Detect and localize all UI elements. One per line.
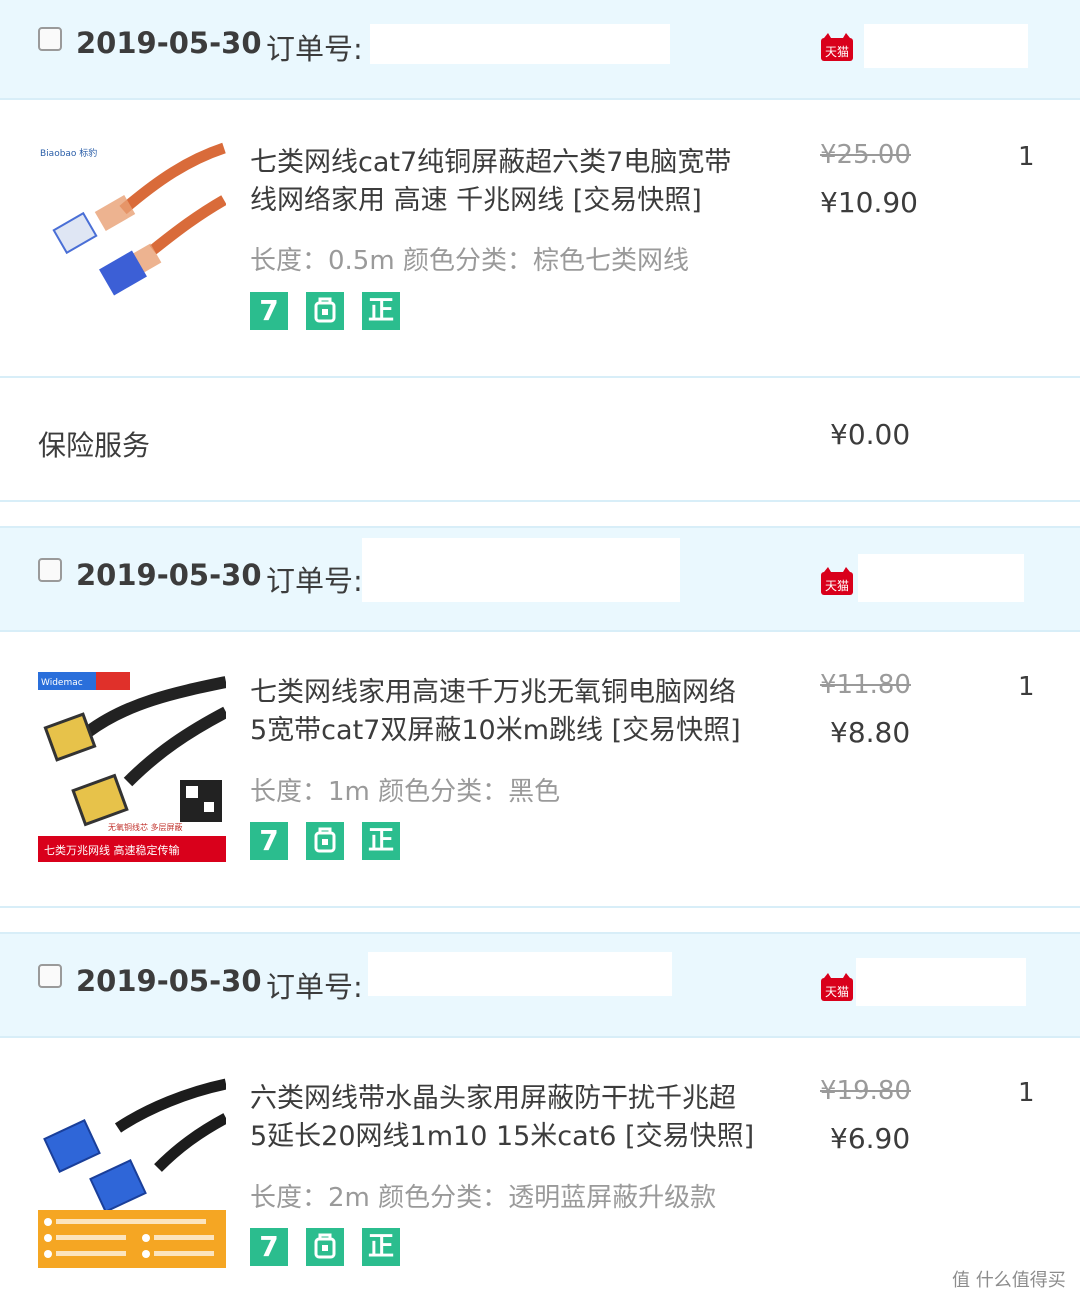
shop-name-redacted (858, 554, 1024, 602)
product-title-line: 七类网线家用高速千万兆无氧铜电脑网络 (250, 677, 736, 708)
order-number-redacted (370, 24, 670, 64)
genuine-guarantee-icon[interactable]: 正 (362, 292, 400, 330)
svg-text:Widemac: Widemac (41, 678, 83, 688)
divider (0, 500, 1080, 502)
product-title-line: 线网络家用 高速 千兆网线 [交易快照] (250, 185, 702, 216)
product-title-line: 六类网线带水晶头家用屏蔽防干扰千兆超 (250, 1083, 736, 1114)
consumer-protection-icon[interactable] (306, 1228, 344, 1266)
quantity: 1 (1018, 672, 1035, 702)
divider (0, 376, 1080, 378)
order-date: 2019-05-30 (76, 558, 262, 592)
shop-name-redacted (856, 958, 1026, 1006)
product-title[interactable]: 六类网线带水晶头家用屏蔽防干扰千兆超 5延长20网线1m10 15米cat6 [… (250, 1080, 770, 1156)
product-specs: 长度：0.5m 颜色分类：棕色七类网线 (250, 246, 689, 276)
product-title-line: 5延长20网线1m10 15米cat6 [交易快照] (250, 1121, 755, 1152)
tmall-icon: 天猫 (821, 567, 853, 595)
product-title-line: 七类网线cat7纯铜屏蔽超六类7电脑宽带 (250, 147, 732, 178)
svg-text:天猫: 天猫 (825, 579, 849, 593)
tmall-icon: 天猫 (821, 973, 853, 1001)
order-select-checkbox[interactable] (38, 27, 62, 51)
order-header: 2019-05-30 订单号: 天猫 (0, 526, 1080, 632)
product-title[interactable]: 七类网线家用高速千万兆无氧铜电脑网络 5宽带cat7双屏蔽10米m跳线 [交易快… (250, 674, 770, 750)
quantity: 1 (1018, 142, 1035, 172)
svg-text:天猫: 天猫 (825, 45, 849, 59)
order-number-label: 订单号: (266, 32, 363, 66)
seven-day-return-icon[interactable]: 7 (250, 1228, 288, 1266)
tmall-icon: 天猫 (821, 33, 853, 61)
insurance-service-label: 保险服务 (38, 429, 151, 462)
product-specs: 长度：2m 颜色分类：透明蓝屏蔽升级款 (250, 1183, 717, 1213)
product-image[interactable] (38, 1078, 226, 1268)
product-title[interactable]: 七类网线cat7纯铜屏蔽超六类7电脑宽带 线网络家用 高速 千兆网线 [交易快照… (250, 144, 770, 220)
consumer-protection-icon[interactable] (306, 822, 344, 860)
genuine-guarantee-icon[interactable]: 正 (362, 1228, 400, 1266)
order-select-checkbox[interactable] (38, 558, 62, 582)
svg-text:七类万兆网线 高速稳定传输: 七类万兆网线 高速稳定传输 (44, 843, 180, 857)
order-header: 2019-05-30 订单号: 天猫 (0, 932, 1080, 1038)
shop-name-redacted (864, 24, 1028, 68)
order-date: 2019-05-30 (76, 26, 262, 60)
order-number-redacted (368, 952, 672, 996)
seven-day-return-icon[interactable]: 7 (250, 292, 288, 330)
order-number-label: 订单号: (266, 564, 363, 598)
genuine-guarantee-icon[interactable]: 正 (362, 822, 400, 860)
quantity: 1 (1018, 1078, 1035, 1108)
product-specs: 长度：1m 颜色分类：黑色 (250, 777, 561, 807)
seven-day-return-icon[interactable]: 7 (250, 822, 288, 860)
order-select-checkbox[interactable] (38, 964, 62, 988)
order-number-redacted (362, 538, 680, 602)
original-price: ¥25.00 (820, 140, 911, 170)
original-price: ¥11.80 (820, 670, 911, 700)
insurance-service-price: ¥0.00 (830, 418, 911, 451)
svg-text:无氧铜线芯 多层屏蔽: 无氧铜线芯 多层屏蔽 (108, 822, 183, 832)
product-title-line: 5宽带cat7双屏蔽10米m跳线 [交易快照] (250, 715, 741, 746)
order-date: 2019-05-30 (76, 964, 262, 998)
svg-text:Biaobao 标豹: Biaobao 标豹 (40, 147, 97, 159)
order-header: 2019-05-30 订单号: 天猫 (0, 0, 1080, 100)
product-image[interactable]: Biaobao 标豹 (38, 140, 226, 310)
watermark: 值 什么值得买 (952, 1270, 1066, 1291)
actual-price: ¥10.90 (820, 186, 918, 219)
consumer-protection-icon[interactable] (306, 292, 344, 330)
svg-text:天猫: 天猫 (825, 985, 849, 999)
actual-price: ¥8.80 (830, 716, 911, 749)
order-number-label: 订单号: (266, 970, 363, 1004)
original-price: ¥19.80 (820, 1076, 911, 1106)
product-image[interactable]: Widemac 无氧铜线芯 多层屏蔽 七类万兆网线 高速稳定传输 (38, 672, 226, 862)
actual-price: ¥6.90 (830, 1122, 911, 1155)
divider (0, 906, 1080, 908)
